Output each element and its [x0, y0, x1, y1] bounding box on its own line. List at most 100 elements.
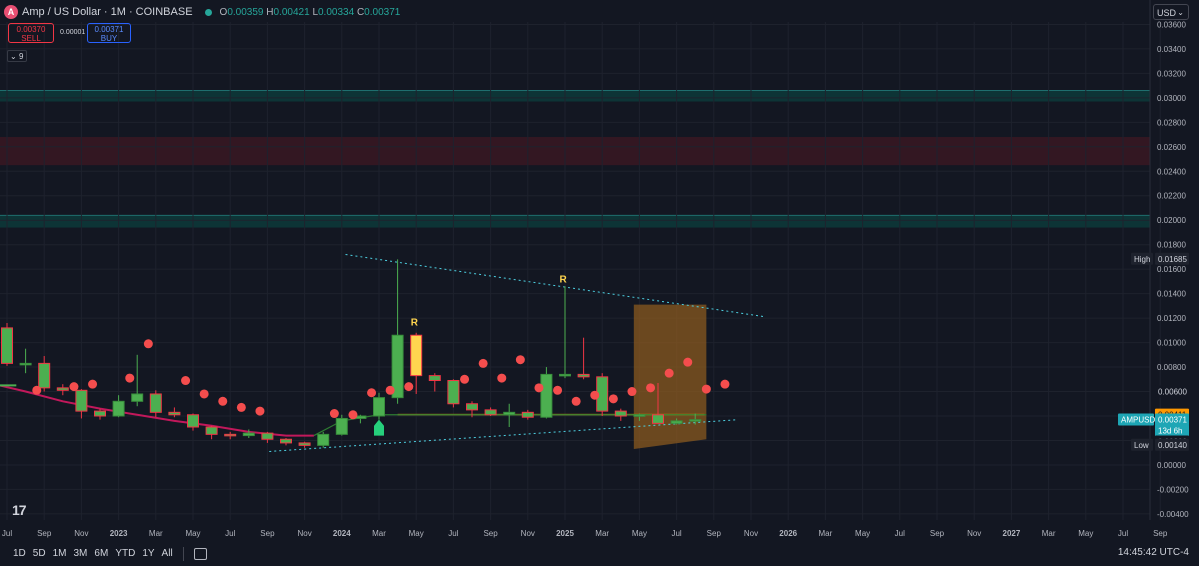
- candle-body: [447, 380, 460, 405]
- calendar-icon[interactable]: [193, 547, 207, 560]
- candle-body: [540, 373, 553, 418]
- crosshair-price-tag: 0.00600: [1158, 388, 1187, 397]
- signal-dot: [627, 387, 637, 397]
- y-tick-label: 0.01800: [1157, 241, 1186, 250]
- signal-dot: [367, 388, 377, 398]
- signal-dot: [534, 383, 544, 393]
- buy-signal-marker: [374, 419, 384, 436]
- timeframe-5d[interactable]: 5D: [33, 548, 46, 559]
- candle-body: [280, 438, 292, 444]
- y-tick-label: 0.01000: [1157, 339, 1186, 348]
- y-tick-label: 0.03400: [1157, 45, 1186, 54]
- candle-body: [205, 426, 218, 435]
- candle-body: [112, 400, 125, 417]
- last-price-tag: 0.00371: [1158, 416, 1187, 425]
- signal-dot: [181, 376, 191, 386]
- ohlc-values: O0.00359 H0.00421 L0.00334 C0.00371: [219, 6, 401, 18]
- timeframe-1d[interactable]: 1D: [13, 548, 26, 559]
- candle-body: [521, 411, 534, 418]
- x-tick-label: Sep: [37, 529, 52, 538]
- x-tick-label: 2024: [333, 529, 351, 538]
- signal-dot: [236, 402, 246, 412]
- low-price-tag: 0.00140: [1158, 441, 1187, 450]
- signal-dot: [646, 383, 656, 393]
- timeframe-ytd[interactable]: YTD: [115, 548, 135, 559]
- candle-body: [131, 393, 144, 402]
- annotation-r: R: [560, 275, 568, 286]
- signal-dot: [701, 384, 711, 394]
- symbol-header[interactable]: A Amp / US Dollar · 1M · COINBASE O0.003…: [4, 4, 400, 20]
- timeframe-buttons: 1D 5D 1M 3M 6M YTD 1Y All: [13, 548, 173, 559]
- high-label: High: [1134, 255, 1150, 264]
- y-tick-label: 0.02200: [1157, 192, 1186, 201]
- y-tick-label: 0.02400: [1157, 167, 1186, 176]
- candle-body: [466, 403, 478, 411]
- x-tick-label: Nov: [521, 529, 535, 538]
- y-tick-label: 0.03200: [1157, 69, 1186, 78]
- timeframe-all[interactable]: All: [162, 548, 173, 559]
- candle-body: [652, 414, 664, 424]
- candle-body: [168, 411, 181, 416]
- y-tick-label: 0.00000: [1157, 461, 1186, 470]
- x-tick-label: 2027: [1003, 529, 1021, 538]
- candle-body: [428, 375, 441, 382]
- x-tick-label: Jul: [2, 529, 12, 538]
- signal-dot: [590, 390, 600, 400]
- signal-dot: [515, 355, 525, 365]
- tradingview-logo: 17: [12, 502, 27, 518]
- y-tick-label: 0.02800: [1157, 118, 1186, 127]
- signal-dot: [125, 373, 135, 383]
- x-tick-label: Sep: [483, 529, 498, 538]
- y-tick-label: 0.03600: [1157, 20, 1186, 29]
- indicators-toggle[interactable]: ⌄ 9: [7, 50, 27, 62]
- candle-body: [577, 373, 590, 378]
- candle-body: [484, 409, 497, 416]
- x-tick-label: Sep: [930, 529, 945, 538]
- chevron-down-icon: ⌄: [1177, 8, 1184, 17]
- x-tick-label: May: [855, 529, 870, 538]
- candle-body: [19, 362, 32, 366]
- amp-logo-icon: A: [4, 5, 18, 19]
- signal-dot: [329, 409, 339, 419]
- sell-button[interactable]: 0.00370 SELL: [8, 23, 54, 43]
- buy-button[interactable]: 0.00371 BUY: [87, 23, 131, 43]
- candle-body: [633, 414, 646, 417]
- candle-body: [242, 432, 255, 437]
- x-tick-label: Sep: [260, 529, 275, 538]
- buy-price: 0.00371: [94, 25, 124, 34]
- symbol-title[interactable]: Amp / US Dollar · 1M · COINBASE: [22, 6, 193, 18]
- sell-price: 0.00370: [16, 25, 46, 34]
- signal-dot: [348, 410, 358, 420]
- timeframe-1y[interactable]: 1Y: [142, 548, 154, 559]
- clock: 14:45:42 UTC-4: [1117, 547, 1189, 558]
- timeframe-6m[interactable]: 6M: [94, 548, 108, 559]
- candle-body: [38, 362, 51, 389]
- timeframe-1m[interactable]: 1M: [53, 548, 67, 559]
- signal-dot: [385, 385, 395, 395]
- zone-band: [0, 215, 1150, 228]
- currency-select[interactable]: USD ⌄: [1153, 4, 1189, 20]
- x-tick-label: Jul: [1118, 529, 1128, 538]
- candle-body: [689, 419, 702, 422]
- high-price-tag: 0.01685: [1158, 255, 1187, 264]
- x-tick-label: May: [185, 529, 200, 538]
- resistance-trendline: [345, 253, 766, 318]
- low-label: Low: [1134, 441, 1149, 450]
- price-chart[interactable]: R R 0.03600 0.03400 0.03200 0.03000 0.02800 0.…: [0, 0, 1199, 541]
- signal-dot: [199, 389, 209, 399]
- x-tick-label: 2023: [110, 529, 128, 538]
- candle-body: [503, 411, 516, 416]
- x-tick-label: Mar: [1042, 529, 1056, 538]
- timeframe-3m[interactable]: 3M: [74, 548, 88, 559]
- signal-dot: [88, 379, 98, 389]
- signal-dot: [255, 406, 265, 416]
- signal-dot: [720, 379, 730, 389]
- candle-body: [559, 373, 571, 377]
- bottom-toolbar: 1D 5D 1M 3M 6M YTD 1Y All 14:45:42 UTC-4: [0, 541, 1199, 566]
- signal-dot: [664, 368, 674, 378]
- signal-dot: [69, 382, 79, 392]
- x-tick-label: Sep: [707, 529, 722, 538]
- signal-dot: [460, 374, 470, 384]
- x-tick-label: 2026: [779, 529, 797, 538]
- candle-body: [75, 389, 88, 412]
